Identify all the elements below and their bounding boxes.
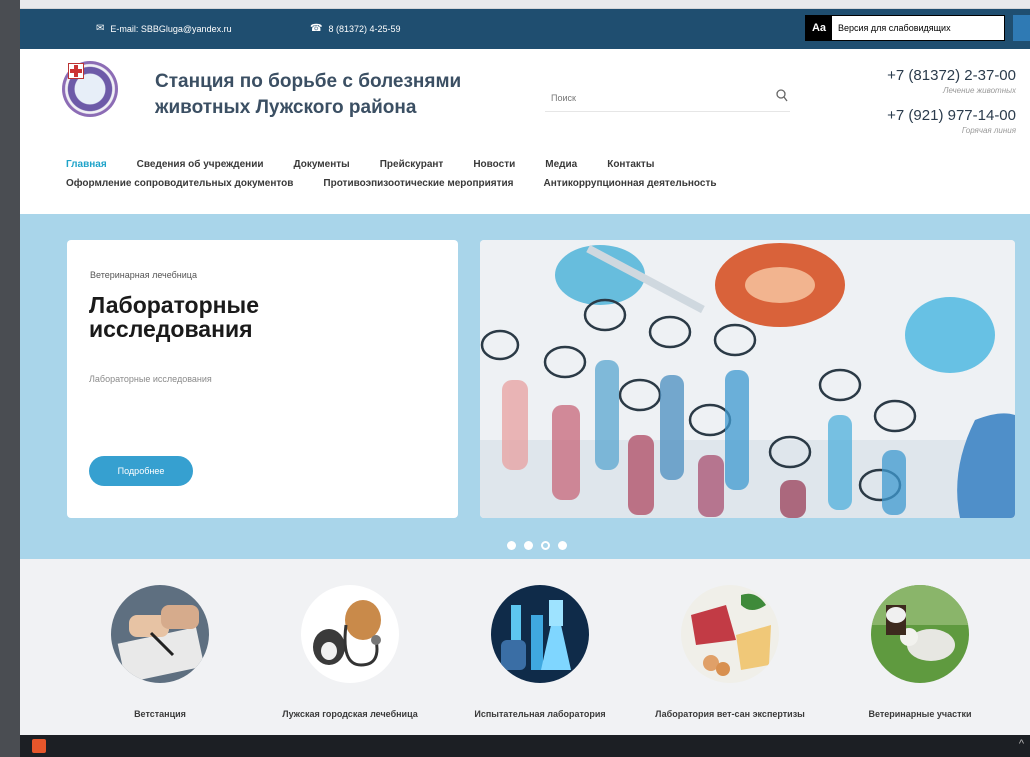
phone-caption: Горячая линия xyxy=(961,126,1016,135)
font-size-icon: Aa xyxy=(806,16,832,40)
search-input[interactable] xyxy=(545,85,753,111)
document-signing-icon xyxy=(111,585,209,683)
nav-row-secondary: Оформление сопроводительных документов П… xyxy=(66,178,747,189)
food-products-icon xyxy=(681,585,779,683)
slide-title: Лабораторные исследования xyxy=(89,292,259,342)
slide-kicker: Ветеринарная лечебница xyxy=(90,270,197,280)
os-taskbar: ^ xyxy=(20,735,1030,757)
app-icon[interactable] xyxy=(32,739,46,753)
phone-text: 8 (81372) 4-25-59 xyxy=(328,23,401,34)
phone-icon: ☎ xyxy=(310,23,323,34)
visually-impaired-label: Версия для слабовидящих xyxy=(838,23,951,33)
site-title[interactable]: Станция по борьбе с болезнями животных Л… xyxy=(155,69,515,121)
browser-viewport: ✉ E-mail: SBBGluga@yandex.ru ☎ 8 (81372)… xyxy=(20,0,1030,735)
slider-dot[interactable] xyxy=(507,541,516,550)
phone-hotline: +7 (921) 977-14-00 Горячая линия xyxy=(887,107,1016,135)
nav-item-documents[interactable]: Документы xyxy=(293,159,349,170)
slider-dot[interactable] xyxy=(558,541,567,550)
category-vet-station[interactable]: Ветстанция xyxy=(80,585,240,721)
category-section: Ветстанция Лужская городская лечебница И… xyxy=(20,559,1030,735)
farm-animals-icon xyxy=(871,585,969,683)
email-contact[interactable]: ✉ E-mail: SBBGluga@yandex.ru xyxy=(96,23,232,34)
nav-item-news[interactable]: Новости xyxy=(473,159,515,170)
lab-flasks-icon xyxy=(491,585,589,683)
nav-item-home[interactable]: Главная xyxy=(66,159,107,170)
nav-item-accompanying-docs[interactable]: Оформление сопроводительных документов xyxy=(66,178,293,189)
chevron-up-icon[interactable]: ^ xyxy=(1019,738,1024,750)
more-button[interactable]: Подробнее xyxy=(89,456,193,486)
slider-dots xyxy=(507,541,567,550)
category-label: Ветстанция xyxy=(134,709,186,719)
slider-dot-active[interactable] xyxy=(541,541,550,550)
slider-dot[interactable] xyxy=(524,541,533,550)
phone-caption: Лечение животных xyxy=(943,86,1016,95)
envelope-icon: ✉ xyxy=(96,23,105,34)
nav-row-primary: Главная Сведения об учреждении Документы… xyxy=(66,159,684,170)
nav-item-antiepizootic[interactable]: Противоэпизоотические мероприятия xyxy=(323,178,513,189)
category-vet-sanitary-lab[interactable]: Лаборатория вет-сан экспертизы xyxy=(650,585,810,721)
pets-stethoscope-icon xyxy=(301,585,399,683)
category-label: Испытательная лаборатория xyxy=(474,709,606,719)
phone-treatment: +7 (81372) 2-37-00 Лечение животных xyxy=(887,67,1016,95)
category-city-clinic[interactable]: Лужская городская лечебница xyxy=(270,585,430,721)
slide-description: Лабораторные исследования xyxy=(89,374,212,384)
nav-item-about[interactable]: Сведения об учреждении xyxy=(137,159,264,170)
phone-number[interactable]: +7 (81372) 2-37-00 xyxy=(887,67,1016,84)
extra-toolbar-button[interactable] xyxy=(1013,15,1030,41)
category-label: Лаборатория вет-сан экспертизы xyxy=(655,709,805,719)
search-icon[interactable] xyxy=(776,89,788,103)
category-label: Лужская городская лечебница xyxy=(282,709,418,719)
nav-item-media[interactable]: Медиа xyxy=(545,159,577,170)
top-bar: ✉ E-mail: SBBGluga@yandex.ru ☎ 8 (81372)… xyxy=(20,9,1030,49)
phone-number[interactable]: +7 (921) 977-14-00 xyxy=(887,107,1016,124)
category-vet-districts[interactable]: Ветеринарные участки xyxy=(840,585,1000,721)
hero-slider: Ветеринарная лечебница Лабораторные иссл… xyxy=(20,214,1030,559)
visually-impaired-button[interactable]: Aa Версия для слабовидящих xyxy=(805,15,1005,41)
site-header: Станция по борьбе с болезнями животных Л… xyxy=(20,49,1030,149)
phone-contact[interactable]: ☎ 8 (81372) 4-25-59 xyxy=(310,23,401,34)
main-navigation: Главная Сведения об учреждении Документы… xyxy=(20,149,1030,195)
category-test-lab[interactable]: Испытательная лаборатория xyxy=(460,585,620,721)
lab-test-tubes-image xyxy=(480,240,1015,518)
nav-item-anticorruption[interactable]: Антикоррупционная деятельность xyxy=(544,178,717,189)
site-logo[interactable] xyxy=(62,61,118,117)
red-cross-icon xyxy=(68,63,84,79)
category-label: Ветеринарные участки xyxy=(868,709,972,719)
nav-item-prices[interactable]: Прейскурант xyxy=(380,159,444,170)
bookmarks-bar xyxy=(20,0,1030,9)
email-text: E-mail: SBBGluga@yandex.ru xyxy=(110,23,232,34)
search-box xyxy=(545,85,790,112)
slide-image xyxy=(480,240,1015,518)
nav-item-contacts[interactable]: Контакты xyxy=(607,159,654,170)
slide-card: Ветеринарная лечебница Лабораторные иссл… xyxy=(67,240,458,518)
